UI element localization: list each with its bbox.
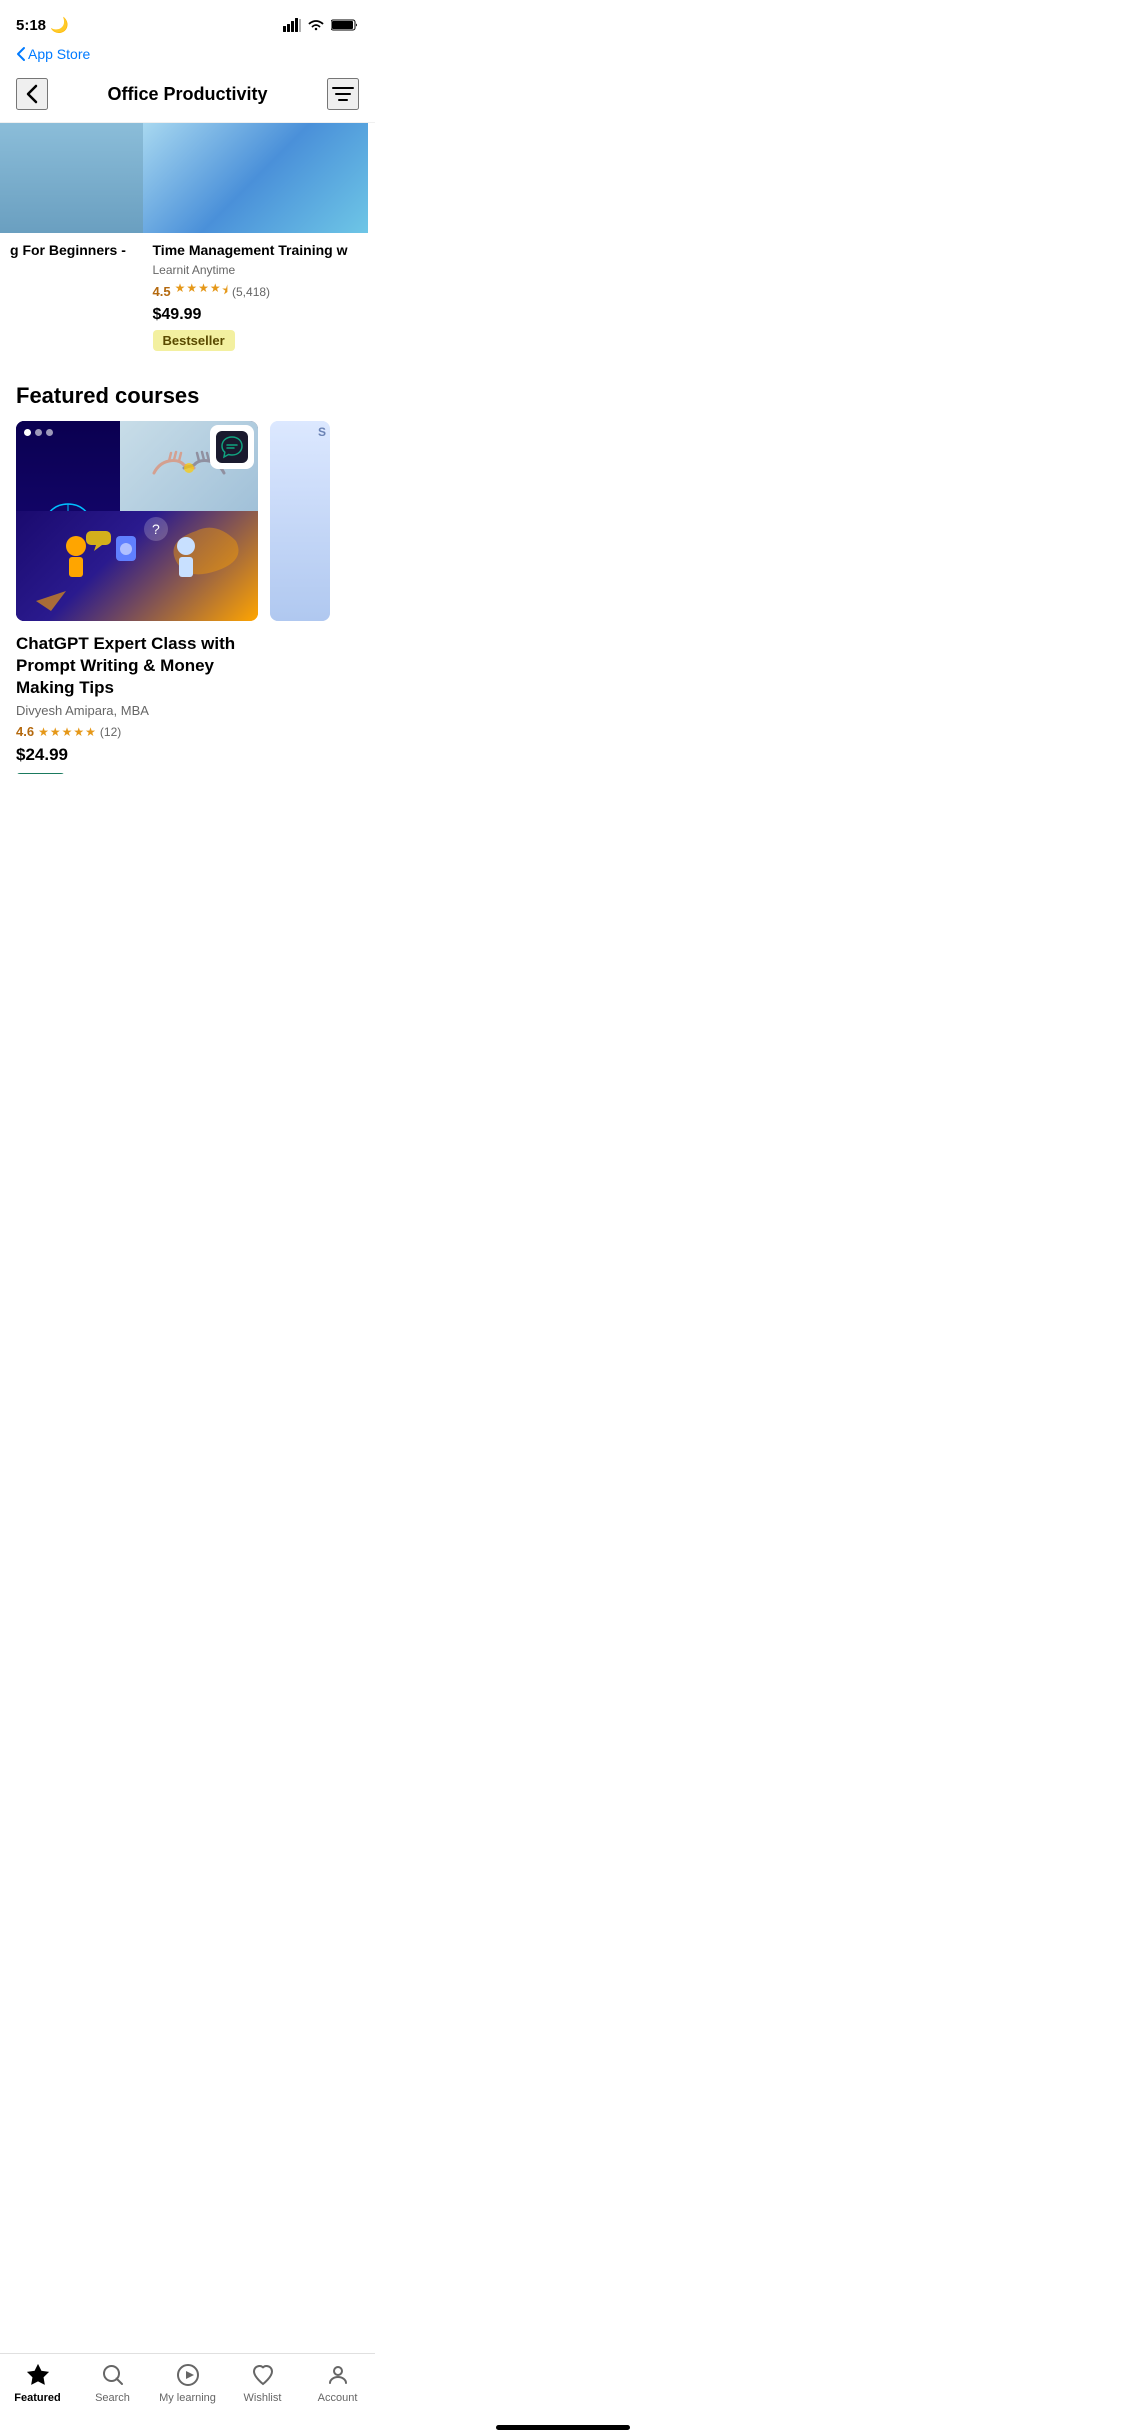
featured-icon: [25, 2362, 51, 2388]
status-icons: [283, 18, 359, 32]
rating-count: (5,418): [232, 285, 270, 299]
tab-account[interactable]: Account: [300, 2362, 375, 2404]
fstar-half: ★: [85, 725, 96, 739]
tab-account-label: Account: [318, 2392, 358, 2404]
card-provider: Learnit Anytime: [153, 263, 358, 277]
dot-3: [46, 429, 53, 436]
chatgpt-logo: [210, 425, 254, 469]
card-title: Time Management Training w: [153, 241, 358, 259]
battery-icon: [331, 18, 359, 32]
nav-header: Office Productivity: [0, 70, 375, 123]
star-4: ★: [210, 281, 221, 302]
card-image-left: [0, 123, 143, 233]
wifi-icon: [307, 18, 325, 32]
star-2: ★: [186, 281, 197, 302]
moon-icon: 🌙: [50, 16, 69, 34]
dot-1: [24, 429, 31, 436]
dot-2: [35, 429, 42, 436]
new-badge: New: [16, 773, 65, 774]
illustration-icon: ?: [16, 511, 258, 621]
status-time: 5:18 🌙: [16, 16, 69, 34]
tab-search-label: Search: [95, 2392, 130, 2404]
card-image-right: [143, 123, 368, 233]
home-indicator: [496, 2425, 630, 2430]
signal-icon: [283, 18, 301, 32]
fstar-3: ★: [62, 725, 73, 739]
tab-bar: Featured Search My learning Wishlist: [0, 2353, 375, 2436]
tab-wishlist[interactable]: Wishlist: [225, 2362, 300, 2404]
featured-cards-row: ? ChatGPT Expert Class with Prompt Writi…: [16, 421, 359, 774]
top-cards-row: g For Beginners - Time Management Traini…: [0, 123, 375, 363]
list-item[interactable]: ? ChatGPT Expert Class with Prompt Writi…: [16, 421, 258, 774]
search-icon: [100, 2362, 126, 2388]
tab-my-learning-label: My learning: [159, 2392, 216, 2404]
account-icon: [325, 2362, 351, 2388]
tab-featured[interactable]: Featured: [0, 2362, 75, 2404]
list-item[interactable]: Time Management Training w Learnit Anyti…: [143, 123, 368, 363]
app-store-back-button[interactable]: App Store: [16, 46, 90, 62]
tab-search[interactable]: Search: [75, 2362, 150, 2404]
featured-stars: ★ ★ ★ ★ ★: [38, 725, 96, 739]
featured-rating-count: (12): [100, 725, 121, 739]
tab-featured-label: Featured: [14, 2392, 60, 2404]
card-price: $49.99: [153, 306, 358, 324]
featured-card-provider: Divyesh Amipara, MBA: [16, 703, 258, 718]
rating-score: 4.5: [153, 284, 171, 299]
card-rating: 4.5 ★ ★ ★ ★ ⯨ (5,418): [153, 281, 358, 302]
featured-courses-list: ? ChatGPT Expert Class with Prompt Writi…: [0, 421, 375, 774]
card-title: g For Beginners -: [10, 241, 133, 259]
scroll-content: g For Beginners - Time Management Traini…: [0, 123, 375, 774]
featured-card-title: ChatGPT Expert Class with Prompt Writing…: [16, 633, 258, 699]
filter-button[interactable]: [327, 78, 359, 110]
star-3: ★: [198, 281, 209, 302]
dot-indicators: [24, 429, 53, 436]
bestseller-badge: Bestseller: [153, 330, 235, 351]
fstar-2: ★: [50, 725, 61, 739]
list-item[interactable]: g For Beginners -: [0, 123, 143, 363]
featured-card-rating: 4.6 ★ ★ ★ ★ ★ (12): [16, 724, 258, 739]
featured-section: Featured courses: [0, 363, 375, 774]
status-bar: 5:18 🌙: [0, 0, 375, 44]
fstar-1: ★: [38, 725, 49, 739]
tab-wishlist-label: Wishlist: [244, 2392, 282, 2404]
svg-text:?: ?: [152, 521, 160, 537]
featured-card-info: ChatGPT Expert Class with Prompt Writing…: [16, 621, 258, 774]
featured-card-price: $24.99: [16, 745, 258, 765]
page-title: Office Productivity: [107, 84, 267, 105]
app-store-label: App Store: [28, 46, 90, 62]
stars: ★ ★ ★ ★ ⯨: [175, 281, 228, 302]
featured-section-title: Featured courses: [0, 363, 375, 421]
featured-rating-score: 4.6: [16, 724, 34, 739]
partial-card: S: [270, 421, 330, 774]
back-button[interactable]: [16, 78, 48, 110]
course-thumbnail: ?: [16, 421, 258, 621]
play-icon: [175, 2362, 201, 2388]
app-store-bar[interactable]: App Store: [0, 44, 375, 70]
fstar-4: ★: [73, 725, 84, 739]
star-1: ★: [175, 281, 186, 302]
heart-icon: [250, 2362, 276, 2388]
tab-my-learning[interactable]: My learning: [150, 2362, 225, 2404]
star-half: ⯨: [222, 281, 228, 302]
